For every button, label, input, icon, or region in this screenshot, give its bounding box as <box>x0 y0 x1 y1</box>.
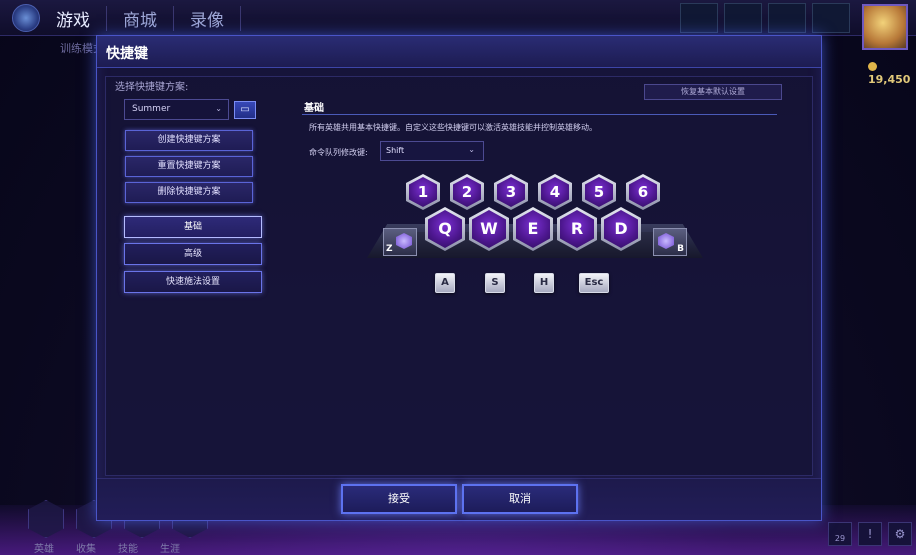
key-b-hearth[interactable]: B <box>653 228 687 256</box>
nav-quickcast-button[interactable]: 快速施法设置 <box>124 271 262 293</box>
delete-scheme-button[interactable]: 删除快捷键方案 <box>125 182 253 203</box>
key-label: 6 <box>629 177 657 207</box>
key-3[interactable]: 3 <box>494 174 528 210</box>
bottom-nav-label[interactable]: 生涯 <box>160 540 180 555</box>
scheme-dropdown[interactable]: Summer ⌄ <box>124 99 229 120</box>
chevron-down-icon: ⌄ <box>468 145 475 154</box>
bottom-nav-label[interactable]: 英雄 <box>34 540 54 555</box>
scheme-selected-value: Summer <box>132 104 171 114</box>
gear-icon[interactable]: ⚙ <box>888 522 912 546</box>
nav-advanced-button[interactable]: 高级 <box>124 243 262 265</box>
player-avatar[interactable] <box>862 4 908 50</box>
section-description: 所有英雄共用基本快捷键。自定义这些快捷键可以激活英雄技能并控制英雄移动。 <box>309 123 597 132</box>
key-s[interactable]: S <box>485 273 505 293</box>
hearthstone-icon <box>658 233 674 249</box>
folder-icon: ▭ <box>240 104 250 115</box>
key-label: 3 <box>497 177 525 207</box>
key-1[interactable]: 1 <box>406 174 440 210</box>
key-label: 5 <box>585 177 613 207</box>
restore-defaults-button[interactable]: 恢复基本默认设置 <box>644 84 782 100</box>
dialog-title: 快捷键 <box>106 46 148 62</box>
key-label: D <box>604 210 638 248</box>
key-a[interactable]: A <box>435 273 455 293</box>
section-title: 基础 <box>304 103 324 114</box>
key-esc[interactable]: Esc <box>579 273 609 293</box>
party-slot[interactable] <box>812 3 850 33</box>
party-slot[interactable] <box>680 3 718 33</box>
right-icons: 29 ! ⚙ <box>828 522 912 546</box>
key-label: 4 <box>541 177 569 207</box>
party-slot[interactable] <box>768 3 806 33</box>
key-label: Z <box>386 244 393 254</box>
key-label: E <box>516 210 550 248</box>
key-label: W <box>472 210 506 248</box>
chevron-down-icon: ⌄ <box>215 104 222 113</box>
key-4[interactable]: 4 <box>538 174 572 210</box>
key-2[interactable]: 2 <box>450 174 484 210</box>
mount-icon <box>396 233 412 249</box>
key-label: B <box>677 244 684 254</box>
bottom-nav-label[interactable]: 收集 <box>76 540 96 555</box>
folder-open-button[interactable]: ▭ <box>234 101 256 119</box>
nav-basic-button[interactable]: 基础 <box>124 216 262 238</box>
heroes-icon[interactable] <box>28 500 64 538</box>
dialog-footer <box>97 478 821 520</box>
modifier-dropdown[interactable]: Shift ⌄ <box>380 141 484 161</box>
gold-coin-icon <box>868 62 877 71</box>
key-label: 1 <box>409 177 437 207</box>
key-label: Q <box>428 210 462 248</box>
key-label: R <box>560 210 594 248</box>
nav-item-shop[interactable]: 商城 <box>123 6 174 31</box>
party-slot[interactable] <box>724 3 762 33</box>
party-slots <box>680 3 850 33</box>
bottom-nav-labels: 英雄 收集 技能 生涯 <box>34 540 180 555</box>
nav-item-play[interactable]: 游戏 <box>56 6 107 31</box>
friends-icon[interactable]: 29 <box>828 522 852 546</box>
modifier-label: 命令队列修改键: <box>309 148 368 157</box>
key-5[interactable]: 5 <box>582 174 616 210</box>
section-divider <box>302 114 777 115</box>
dialog-title-bar: 快捷键 <box>97 36 821 68</box>
top-nav: 游戏 商城 录像 <box>56 6 241 31</box>
key-z-mount[interactable]: Z <box>383 228 417 256</box>
gold-amount: 19,450 <box>868 73 911 86</box>
cancel-button[interactable]: 取消 <box>462 484 578 514</box>
create-scheme-button[interactable]: 创建快捷键方案 <box>125 130 253 151</box>
accept-button[interactable]: 接受 <box>341 484 457 514</box>
key-6[interactable]: 6 <box>626 174 660 210</box>
top-bar: 游戏 商城 录像 <box>0 0 916 36</box>
reset-scheme-button[interactable]: 重置快捷键方案 <box>125 156 253 177</box>
hotkeys-dialog: 快捷键 选择快捷键方案: Summer ⌄ ▭ 创建快捷键方案 重置快捷键方案 … <box>96 35 822 521</box>
nav-item-replays[interactable]: 录像 <box>190 6 241 31</box>
bottom-nav-label[interactable]: 技能 <box>118 540 138 555</box>
gold-balance: 19,450 <box>868 60 916 86</box>
modifier-selected-value: Shift <box>386 146 405 155</box>
alert-icon[interactable]: ! <box>858 522 882 546</box>
scheme-label: 选择快捷键方案: <box>115 82 189 93</box>
key-label: 2 <box>453 177 481 207</box>
key-h[interactable]: H <box>534 273 554 293</box>
game-logo-icon[interactable] <box>12 4 40 32</box>
